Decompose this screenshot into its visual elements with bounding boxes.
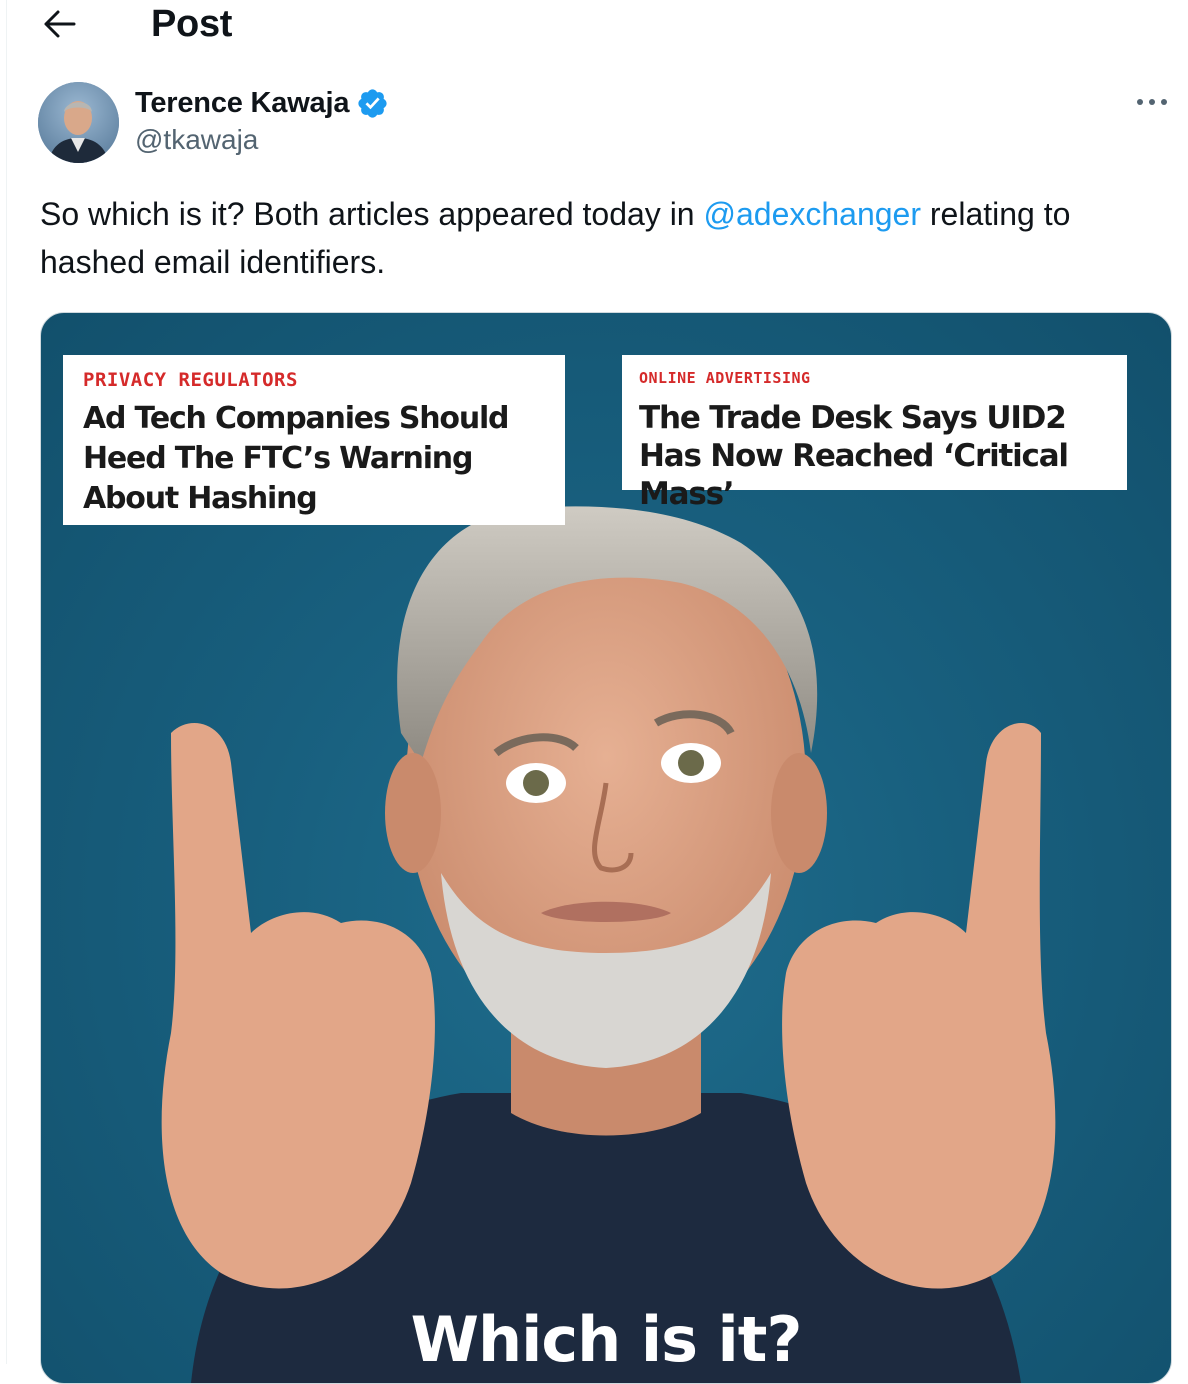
image-caption: Which is it? [410,1303,803,1376]
tweet-media-image[interactable]: PRIVACY REGULATORS Ad Tech Companies Sho… [40,312,1172,1384]
article-headline: Ad Tech Companies Should Heed The FTC’s … [83,401,510,516]
arrow-left-icon [44,10,76,38]
article-category-label: ONLINE ADVERTISING [639,369,811,387]
verified-badge-icon[interactable] [356,87,389,120]
mention-link[interactable]: @adexchanger [703,196,921,232]
avatar[interactable] [38,82,119,163]
timeline-border [6,0,7,1364]
tweet-text: So which is it? Both articles appeared t… [40,190,1175,286]
article-card-left: PRIVACY REGULATORS Ad Tech Companies Sho… [63,355,565,525]
article-card-right: ONLINE ADVERTISING The Trade Desk Says U… [622,355,1127,512]
page-title: Post [151,3,233,45]
avatar-image [38,82,119,163]
author-name-row: Terence Kawaja [135,84,389,122]
article-category-label: PRIVACY REGULATORS [83,369,298,391]
back-button[interactable] [38,2,82,46]
tweet-text-before: So which is it? Both articles appeared t… [40,196,704,232]
author-name[interactable]: Terence Kawaja [135,87,349,120]
article-headline: The Trade Desk Says UID2 Has Now Reached… [639,400,1069,512]
more-horizontal-icon [1137,99,1167,105]
post-header: Post [0,0,1188,50]
more-button[interactable] [1130,84,1174,120]
author-handle[interactable]: @tkawaja [135,124,258,156]
